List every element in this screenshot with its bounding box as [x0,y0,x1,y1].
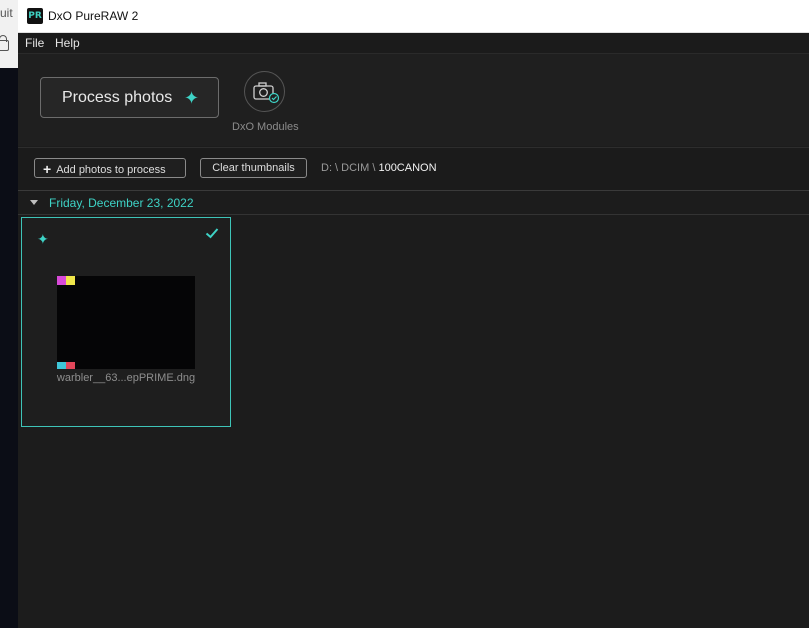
menu-file[interactable]: File [25,36,44,50]
photo-filename: warbler__63...epPRIME.dng [56,372,196,384]
date-group-header[interactable]: Friday, December 23, 2022 [18,191,809,215]
desktop-background [0,68,18,628]
photo-thumbnail-card[interactable]: ✦ warbler__63...epPRIME.dng [21,217,231,427]
add-photos-label: Add photos to process [56,164,166,176]
color-swatch [66,276,75,285]
sparkle-icon: ✦ [37,231,49,247]
lock-icon [0,35,9,51]
sparkle-icon: ✦ [184,88,200,108]
action-bar: + Add photos to process Clear thumbnails … [18,147,809,191]
group-date-label: Friday, December 23, 2022 [49,196,194,210]
menu-help[interactable]: Help [55,36,80,50]
app-window: PR DxO PureRAW 2 File Help Process photo… [18,0,809,628]
collapse-caret-icon[interactable] [30,200,38,205]
process-photos-label: Process photos [62,89,173,106]
breadcrumb-current[interactable]: 100CANON [378,162,436,174]
photo-thumbnail-image[interactable] [57,276,195,369]
window-title: DxO PureRAW 2 [48,9,139,23]
breadcrumb-prefix[interactable]: D: \ DCIM \ [321,162,375,174]
process-photos-button[interactable]: Process photos ✦ [40,77,219,118]
plus-icon: + [43,161,52,177]
background-window: uit [0,0,19,68]
main-toolbar: Process photos ✦ DxO Modules [18,54,809,146]
color-swatch [57,276,66,285]
checkmark-icon[interactable] [205,226,219,240]
camera-check-icon [253,82,280,104]
menu-bar: File Help [18,33,809,54]
color-swatch [57,362,66,369]
background-text: uit [0,6,13,20]
title-bar[interactable]: PR DxO PureRAW 2 [18,0,809,33]
thumbnail-grid: ✦ warbler__63...epPRIME.dng [18,215,809,628]
app-logo-icon: PR [27,8,43,24]
clear-thumbnails-button[interactable]: Clear thumbnails [200,158,307,178]
dxo-modules-label: DxO Modules [232,121,299,133]
color-swatch [66,362,75,369]
dxo-modules-button[interactable] [244,71,285,112]
add-photos-button[interactable]: + Add photos to process [34,158,186,178]
breadcrumb: D: \ DCIM \ 100CANON [321,162,437,174]
